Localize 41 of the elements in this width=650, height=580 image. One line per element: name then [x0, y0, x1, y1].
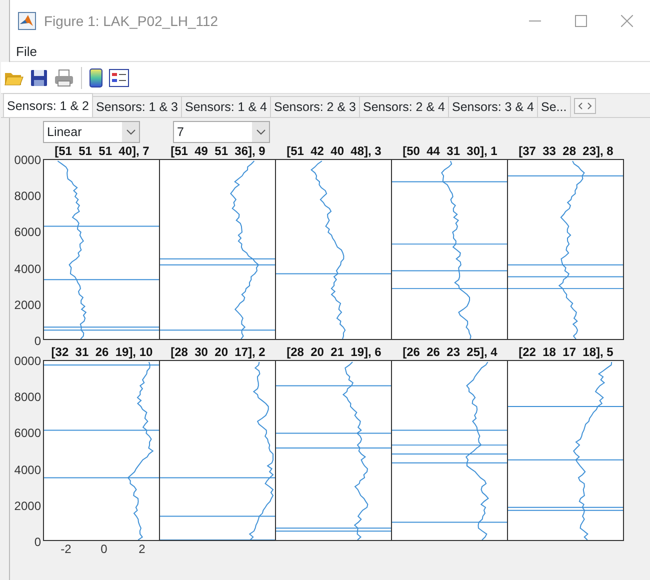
axis-tick-label: 0000 — [14, 154, 41, 166]
axis-tick-label: 8000 — [14, 190, 41, 202]
plot-title: [50 44 31 30], 1 — [402, 144, 498, 159]
axis-tick-label: 4000 — [14, 262, 41, 275]
axis-tick-label: 0000 — [14, 355, 41, 367]
axis-tick-label: 8000 — [14, 391, 41, 404]
menu-item[interactable]: File — [16, 42, 37, 62]
plot-title: [51 51 51 40], 7 — [54, 144, 150, 159]
axis-tick-label: 6000 — [14, 427, 41, 440]
colorbar-icon[interactable] — [88, 68, 104, 88]
minimize-icon[interactable] — [529, 20, 541, 22]
window-title: Figure 1: LAK_P02_LH_112 — [44, 12, 220, 31]
plot-title: [22 18 17 18], 5 — [518, 345, 614, 360]
close-icon[interactable] — [621, 15, 633, 27]
plot-title: [51 42 40 48], 3 — [286, 144, 382, 159]
axis-tick-label: 2 — [138, 542, 146, 556]
axis-tick-label: 0 — [34, 536, 41, 548]
legend-icon[interactable] — [108, 68, 130, 86]
save-icon[interactable] — [29, 68, 49, 86]
axis-tick-label: -2 — [60, 542, 72, 556]
axis-tick-label: 2000 — [14, 298, 41, 311]
dropdown[interactable]: Linear — [43, 121, 140, 143]
caret-icon — [252, 122, 269, 142]
caret-icon — [122, 122, 139, 142]
axis-tick-label: 4000 — [14, 464, 41, 476]
tab[interactable]: Sensors: 1 & 2 — [3, 93, 93, 117]
axis-tick-label: 0 — [34, 335, 41, 347]
tab-scroll-arrows[interactable] — [572, 98, 597, 114]
plot-title: [37 33 28 23], 8 — [518, 144, 614, 159]
maximize-icon[interactable] — [575, 15, 587, 27]
plot-title: [26 26 23 25], 4 — [402, 345, 498, 360]
plot-title: [51 49 51 36], 9 — [170, 144, 266, 159]
axis-tick-label: 0 — [100, 542, 108, 556]
app-icon — [18, 12, 36, 30]
plot-title: [28 30 20 17], 2 — [170, 345, 266, 360]
axis-tick-label: 2000 — [14, 500, 41, 512]
dropdown[interactable]: 7 — [173, 121, 270, 143]
plot-title: [32 31 26 19], 10 — [50, 345, 154, 360]
tab[interactable]: Se... — [537, 96, 571, 117]
axis-tick-label: 6000 — [14, 226, 41, 238]
plot-title: [28 20 21 19], 6 — [286, 345, 382, 360]
